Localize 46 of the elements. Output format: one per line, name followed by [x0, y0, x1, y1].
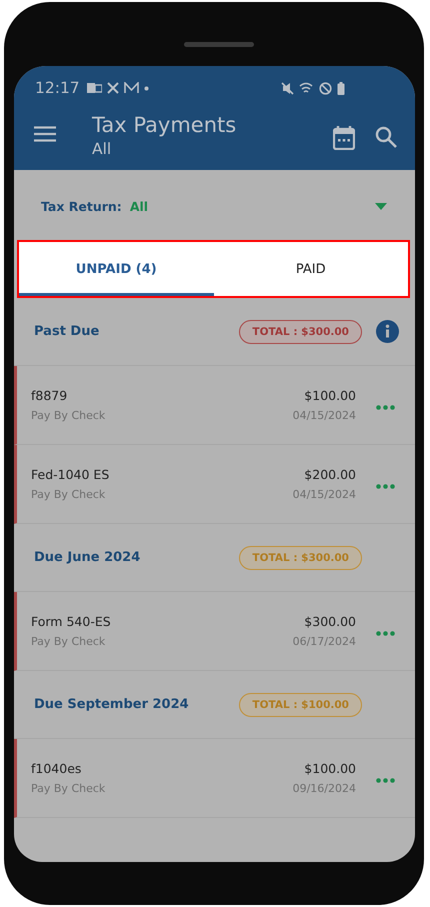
payment-row[interactable]: Fed-1040 ES Pay By Check $200.00 04/15/2024 [14, 445, 415, 524]
blocked-icon [319, 82, 332, 94]
payment-name: Fed-1040 ES [31, 467, 110, 482]
group-title: Due September 2024 [34, 697, 189, 712]
calendar-icon [333, 126, 355, 150]
payment-method: Pay By Check [31, 409, 106, 422]
payment-name: Form 540-ES [31, 614, 111, 629]
due-date: 09/16/2024 [292, 782, 356, 795]
payment-row[interactable]: f1040es Pay By Check $100.00 09/16/2024 [14, 739, 415, 818]
menu-icon [34, 126, 56, 142]
due-date: 04/15/2024 [292, 409, 356, 422]
filter-value: All [130, 198, 148, 214]
screen-subtitle: All [92, 139, 112, 160]
payment-amount: $200.00 [304, 467, 356, 482]
dot-icon [144, 86, 149, 90]
total-badge: TOTAL : $100.00 [239, 692, 362, 716]
group-title: Due June 2024 [34, 550, 140, 565]
info-icon[interactable] [376, 320, 399, 343]
payment-method: Pay By Check [31, 635, 106, 648]
payment-method: Pay By Check [31, 488, 106, 501]
payment-amount: $100.00 [304, 761, 356, 776]
payment-method: Pay By Check [31, 782, 106, 795]
total-badge: TOTAL : $300.00 [239, 320, 362, 344]
cross-tools-icon [106, 82, 119, 94]
m-letter-icon [124, 82, 139, 94]
group-title: Past Due [34, 324, 100, 339]
battery-icon [337, 82, 345, 94]
payment-row[interactable]: Form 540-ES Pay By Check $300.00 06/17/2024 [14, 592, 415, 671]
total-badge: TOTAL : $300.00 [239, 546, 362, 570]
tax-return-dropdown[interactable]: Tax Return: All [41, 195, 387, 217]
wifi-icon [299, 82, 314, 94]
dropdown-caret-icon [375, 202, 387, 210]
mail-app-icon [86, 82, 102, 94]
payment-name: f8879 [31, 388, 68, 403]
due-date: 04/15/2024 [292, 488, 356, 501]
payment-row[interactable]: f8879 Pay By Check $100.00 04/15/2024 [14, 366, 415, 445]
screen-title: Tax Payments [92, 112, 238, 138]
payment-amount: $100.00 [304, 388, 356, 403]
speaker-slot [184, 42, 254, 47]
mute-icon [281, 82, 294, 94]
payment-amount: $300.00 [304, 614, 356, 629]
due-date: 06/17/2024 [292, 635, 356, 648]
search-icon [375, 126, 397, 148]
status-time: 12:17 [35, 79, 80, 97]
filter-label: Tax Return: [41, 198, 122, 214]
payment-name: f1040es [31, 761, 82, 776]
